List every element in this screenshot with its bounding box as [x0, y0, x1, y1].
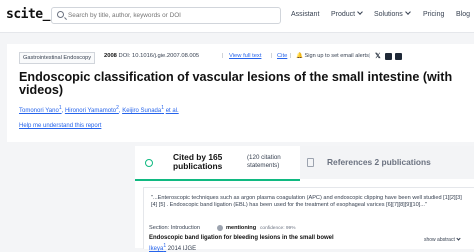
author-link[interactable]: Keijiro Sunada1	[122, 105, 165, 114]
author-name: Tomonori Yano	[19, 108, 59, 114]
paper-header-card: Gastrointestinal Endoscopy 2008 DOI: 10.…	[7, 44, 474, 142]
tab-references[interactable]: References 2 publications	[300, 146, 474, 179]
citation-section: Section: Introduction	[149, 225, 200, 231]
facebook-icon[interactable]	[385, 53, 392, 60]
paper-doi: DOI: 10.1016/j.gie.2007.08.005	[118, 53, 200, 59]
paper-meta: 2008 DOI: 10.1016/j.gie.2007.08.005	[104, 53, 199, 59]
citing-year: 2014	[167, 246, 182, 252]
divider: |	[222, 53, 224, 59]
search-icon	[57, 11, 64, 18]
chevron-down-icon	[456, 236, 461, 241]
author-name: Hironori Yamamoto	[64, 108, 117, 114]
mentioning-icon	[217, 225, 223, 231]
help-understand-report-link[interactable]: Help me understand this report	[19, 123, 101, 129]
author-link[interactable]: Hironori Yamamoto2	[64, 105, 119, 114]
citing-paper-title[interactable]: Endoscopic band ligation for bleeding le…	[149, 235, 334, 241]
linkedin-icon[interactable]	[395, 53, 402, 60]
nav-solutions-label: Solutions	[374, 11, 403, 18]
twitter-icon[interactable]: 𝕏	[375, 52, 382, 60]
classification-label: mentioning	[226, 225, 257, 231]
citing-journal-code: IJGE	[182, 246, 197, 252]
chevron-down-icon	[357, 9, 363, 15]
author-affiliation: 2	[116, 105, 119, 111]
show-abstract-label: show abstract	[424, 237, 455, 243]
citing-author: Ikeya	[149, 246, 164, 252]
citation-statement-card: "...Enteroscopic techniques such as argo…	[143, 187, 474, 252]
citation-excerpt: "...Enteroscopic techniques such as argo…	[151, 195, 462, 209]
divider: |	[290, 53, 292, 59]
paper-title: Endoscopic classification of vascular le…	[19, 70, 453, 97]
search-box[interactable]	[51, 7, 281, 24]
tab-cited-by[interactable]: Cited by 165 publications (120 citation st…	[135, 146, 300, 181]
nav-product-label: Product	[331, 11, 356, 18]
author-affiliation: 1	[58, 105, 62, 111]
nav-pricing[interactable]: Pricing	[423, 11, 444, 18]
references-count: References 2 publications	[327, 157, 431, 167]
cite-link[interactable]: Cite	[277, 53, 287, 59]
chevron-down-icon	[404, 9, 411, 15]
document-icon	[307, 158, 314, 167]
search-input[interactable]	[68, 9, 273, 22]
citation-statements-count: (120 citation statements)	[247, 154, 281, 169]
cited-by-count: Cited by 165 publications	[173, 153, 222, 171]
journal-tag[interactable]: Gastrointestinal Endoscopy	[19, 52, 96, 64]
nav-solutions[interactable]: Solutions	[374, 9, 411, 18]
email-alerts-button[interactable]: 🔔 Sign up to set email alerts	[296, 53, 369, 59]
author-name: Keijiro Sunada	[122, 108, 162, 114]
et-al-link[interactable]: et al.	[166, 108, 179, 114]
divider: |	[271, 53, 273, 59]
quote-icon	[145, 159, 153, 167]
view-full-text-link[interactable]: View full text	[229, 53, 261, 59]
confidence-score: confidence: 99%	[260, 226, 296, 231]
citations-panel: Cited by 165 publications (120 citation st…	[135, 146, 474, 252]
bell-icon: 🔔	[296, 53, 303, 59]
paper-year: 2008	[104, 53, 117, 59]
citing-author-link[interactable]: Ikeya1	[149, 243, 167, 252]
divider: |	[369, 53, 371, 59]
nav-assistant[interactable]: Assistant	[291, 11, 319, 18]
citation-statements-line2: statements)	[247, 161, 280, 169]
email-alerts-label: Sign up to set email alerts	[304, 53, 369, 59]
top-navigation-bar: scite_ Assistant Product Solutions Prici…	[0, 0, 474, 33]
author-link[interactable]: Tomonori Yano1	[19, 105, 62, 114]
nav-blog[interactable]: Blog	[456, 11, 470, 18]
nav-product[interactable]: Product	[331, 9, 363, 18]
show-abstract-button[interactable]: show abstract	[424, 236, 461, 243]
author-affiliation: 1	[161, 105, 165, 111]
author-list: Tomonori Yano1, Hironori Yamamoto2, Keij…	[19, 105, 179, 114]
cited-by-count-line2: publications	[173, 161, 223, 171]
citing-author-sup: 1	[163, 243, 167, 249]
scite-logo[interactable]: scite_	[6, 7, 50, 22]
citation-statements-line1: (120 citation	[247, 154, 281, 161]
